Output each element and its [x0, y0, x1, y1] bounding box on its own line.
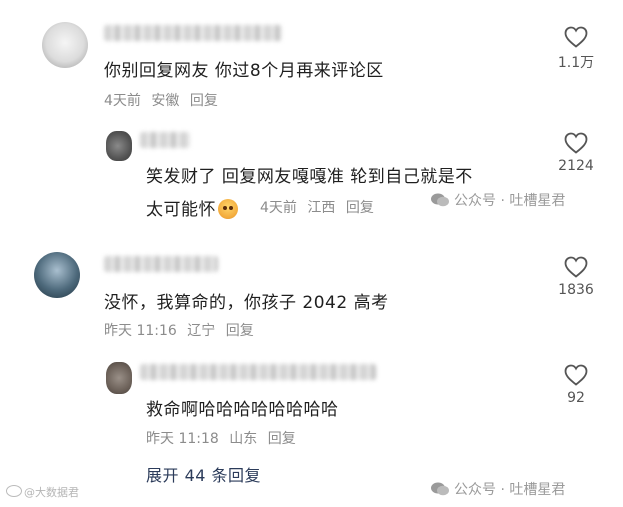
like-control[interactable]: 92: [546, 364, 606, 406]
watermark-text: 公众号 · 吐槽星君: [454, 482, 566, 498]
comment-text: 救命啊哈哈哈哈哈哈哈哈: [146, 400, 339, 420]
like-control[interactable]: 1.1万: [546, 26, 606, 72]
like-control[interactable]: 2124: [546, 132, 606, 174]
comment-time: 昨天 11:16: [104, 323, 177, 339]
like-count: 92: [567, 390, 585, 406]
comment-location: 辽宁: [187, 323, 216, 339]
watermark-text: @大数据君: [24, 486, 79, 499]
comment-location: 山东: [229, 431, 258, 447]
username-blurred[interactable]: [140, 364, 376, 380]
comment-meta: 昨天 11:18 山东 回复: [146, 428, 302, 448]
user-avatar-icon[interactable]: [34, 252, 80, 298]
user-avatar-icon[interactable]: [42, 22, 88, 68]
shy-face-emoji-icon: [218, 199, 238, 219]
comment-text: 你别回复网友 你过8个月再来评论区: [104, 61, 384, 81]
comment-text: 没怀，我算命的，你孩子 2042 高考: [104, 293, 389, 313]
like-count: 1836: [558, 282, 594, 298]
reply-button[interactable]: 回复: [226, 323, 254, 339]
comment-time: 昨天 11:18: [146, 431, 219, 447]
watermark-text: 公众号 · 吐槽星君: [454, 193, 566, 209]
user-avatar-icon[interactable]: [106, 362, 132, 394]
comment-time: 4天前: [260, 200, 297, 216]
wechat-icon: [431, 193, 449, 207]
comment-text-continued: 太可能怀: [146, 200, 216, 220]
like-count: 1.1万: [557, 55, 595, 71]
wechat-icon: [431, 482, 449, 496]
weibo-watermark: @大数据君: [6, 484, 79, 500]
weibo-icon: [6, 485, 22, 497]
reply-button[interactable]: 回复: [346, 200, 374, 216]
comment-location: 安徽: [151, 93, 180, 109]
wechat-watermark: 公众号 · 吐槽星君: [430, 479, 565, 499]
heart-icon[interactable]: [546, 26, 606, 48]
heart-icon[interactable]: [546, 256, 606, 278]
reply-button[interactable]: 回复: [268, 431, 296, 447]
username-blurred[interactable]: [140, 132, 190, 148]
user-avatar-icon[interactable]: [106, 131, 132, 161]
comment-location: 江西: [307, 200, 336, 216]
like-control[interactable]: 1836: [546, 256, 606, 298]
expand-replies-button[interactable]: 展开 44 条回复: [146, 462, 261, 486]
like-count: 2124: [558, 158, 594, 174]
heart-icon[interactable]: [546, 132, 606, 154]
comment-meta: 4天前 江西 回复: [260, 197, 380, 217]
username-blurred[interactable]: [104, 25, 282, 41]
reply-button[interactable]: 回复: [190, 93, 218, 109]
wechat-watermark: 公众号 · 吐槽星君: [430, 190, 565, 210]
comment-time: 4天前: [104, 93, 141, 109]
heart-icon[interactable]: [546, 364, 606, 386]
comment-text: 笑发财了 回复网友嘎嘎准 轮到自己就是不: [146, 167, 473, 187]
username-blurred[interactable]: [104, 256, 218, 272]
comment-text-line2: 太可能怀: [146, 195, 240, 220]
comment-meta: 4天前 安徽 回复: [104, 90, 224, 110]
comment-meta: 昨天 11:16 辽宁 回复: [104, 320, 260, 340]
